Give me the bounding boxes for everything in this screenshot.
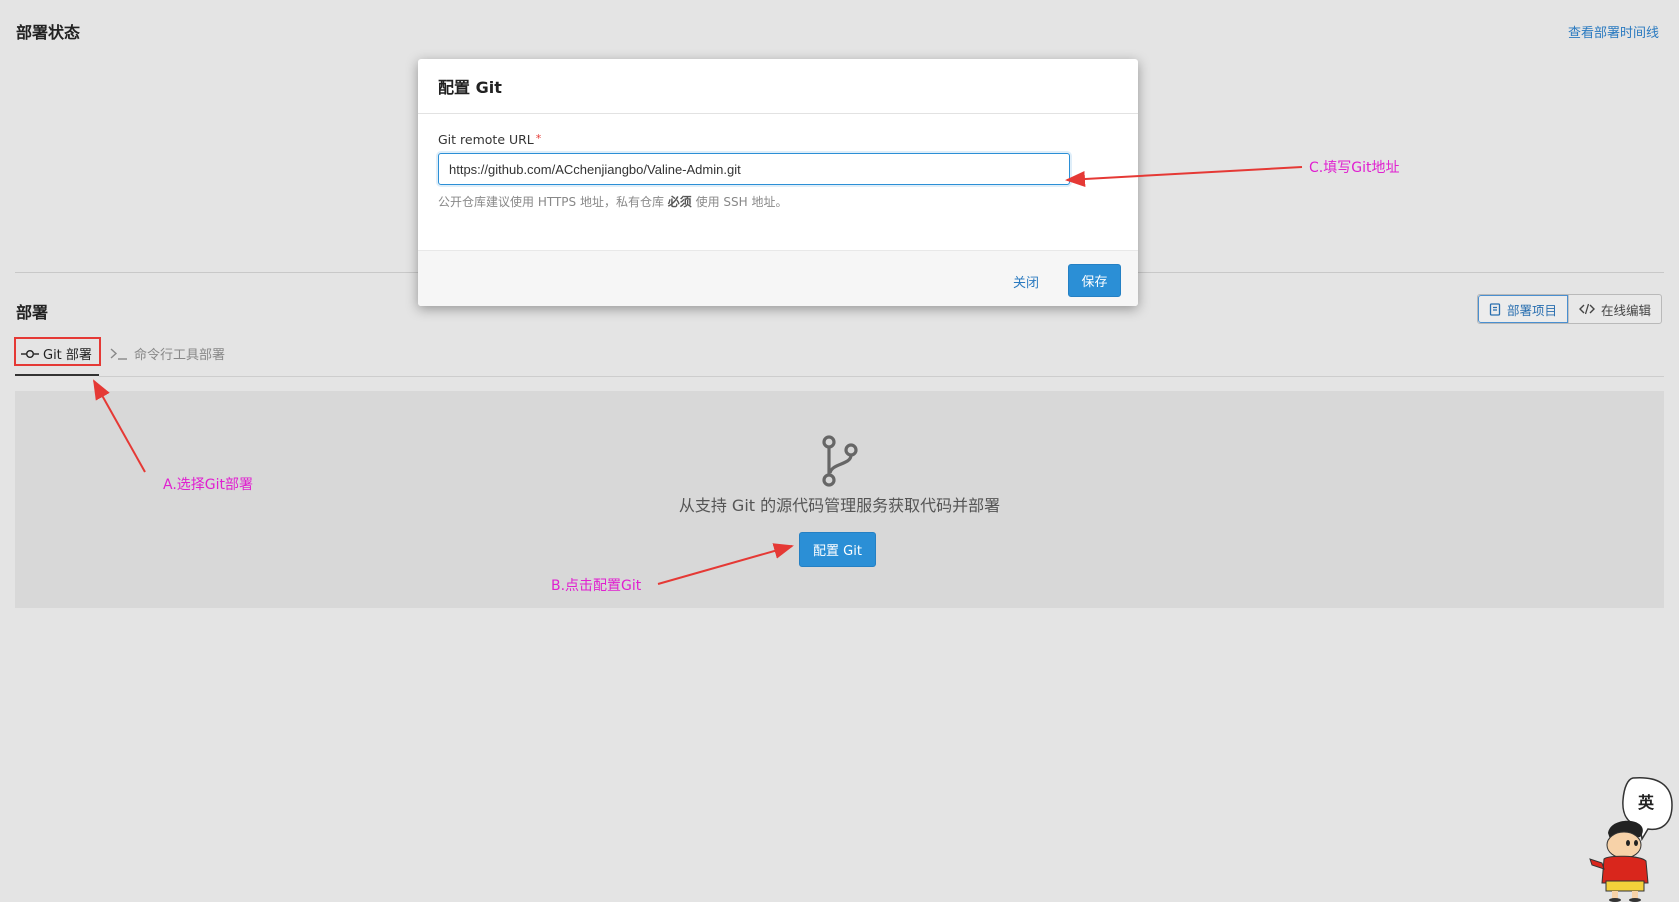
annotation-a-text: A.选择Git部署 xyxy=(163,477,254,493)
annotation-b-text: B.点击配置Git xyxy=(551,578,642,594)
annotation-arrows xyxy=(93,166,1303,585)
mascot-widget[interactable]: 英 xyxy=(1588,775,1678,902)
arrow-a xyxy=(93,379,146,473)
annotation-c-text: C.填写Git地址 xyxy=(1309,160,1400,176)
arrow-b xyxy=(657,543,794,585)
arrow-c xyxy=(1065,166,1303,187)
mascot-bubble-text: 英 xyxy=(1638,793,1655,812)
